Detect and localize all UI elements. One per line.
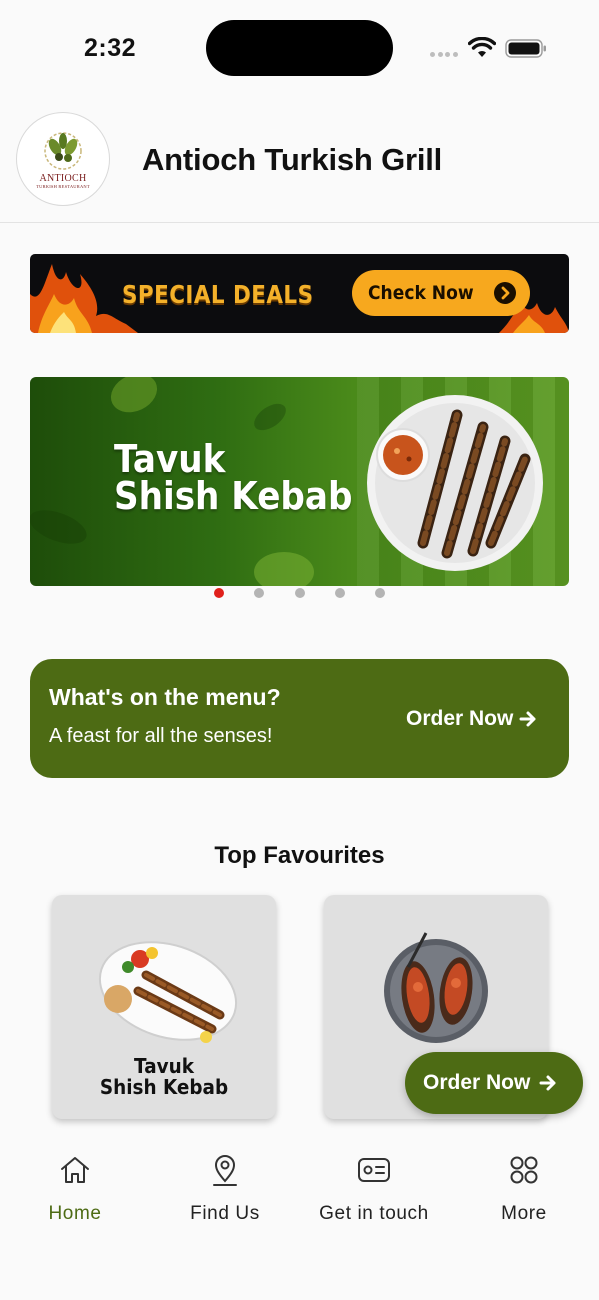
favourite-name-line2: Shish Kebab: [99, 1075, 229, 1099]
dynamic-island: [206, 20, 393, 76]
hero-carousel[interactable]: Tavuk Shish Kebab: [30, 377, 569, 586]
arrow-right-icon: [539, 1074, 557, 1097]
cellular-signal-icon: [430, 52, 460, 58]
menu-cta-title: What's on the menu?: [49, 684, 281, 710]
carousel-dot-3[interactable]: [295, 588, 305, 598]
kebab-plate-image: [367, 395, 543, 571]
floating-order-now-button[interactable]: Order Now: [405, 1052, 583, 1114]
special-deals-text: SPECIAL DEALS: [122, 280, 314, 309]
top-favourites-heading: Top Favourites: [214, 842, 385, 869]
carousel-dot-2[interactable]: [254, 588, 264, 598]
hero-title: Tavuk Shish Kebab: [114, 440, 353, 518]
hero-title-line2: Shish Kebab: [114, 474, 353, 518]
logo-wordmark: ANTIOCH: [39, 173, 87, 184]
wifi-icon: [468, 37, 496, 57]
menu-cta-subtitle: A feast for all the senses!: [49, 725, 273, 747]
nav-item-find-us[interactable]: Find Us: [150, 1153, 300, 1233]
carousel-dot-1[interactable]: [214, 588, 224, 598]
arrow-right-icon: [519, 710, 537, 734]
floating-order-now-label: Order Now: [423, 1071, 531, 1094]
nav-label-home: Home: [48, 1203, 102, 1224]
special-deals-banner[interactable]: SPECIAL DEALS Check Now: [30, 254, 569, 333]
carousel-dot-5[interactable]: [375, 588, 385, 598]
restaurant-logo[interactable]: ANTIOCH TURKISH RESTAURANT: [16, 112, 110, 206]
nav-label-get-in-touch: Get in touch: [319, 1203, 429, 1224]
carousel-dot-4[interactable]: [335, 588, 345, 598]
location-pin-icon: [213, 1155, 237, 1186]
check-now-label: Check Now: [368, 282, 474, 304]
app-header: ANTIOCH TURKISH RESTAURANT Antioch Turki…: [0, 95, 599, 223]
status-time: 2:32: [84, 34, 137, 62]
home-icon: [61, 1157, 89, 1183]
favourite-card-tavuk-shish-kebab[interactable]: Tavuk Shish Kebab: [52, 895, 276, 1119]
contact-card-icon: [358, 1158, 390, 1182]
nav-label-more: More: [501, 1203, 547, 1224]
status-bar: 2:32: [0, 0, 599, 95]
app-screen: 2:32 ANTIOCH TURKISH RESTAURANT Antioch …: [0, 0, 599, 1300]
arrow-right-circle-icon: [494, 282, 516, 304]
stuffed-aubergine-image: [384, 932, 488, 1043]
battery-icon: [505, 39, 546, 58]
nav-item-home[interactable]: Home: [0, 1153, 150, 1233]
nav-label-find-us: Find Us: [190, 1203, 260, 1224]
carousel-indicator: [0, 588, 599, 600]
nav-item-get-in-touch[interactable]: Get in touch: [299, 1153, 449, 1233]
logo-subtitle: TURKISH RESTAURANT: [36, 184, 90, 189]
order-now-button[interactable]: Order Now: [406, 707, 537, 734]
check-now-button[interactable]: Check Now: [352, 270, 530, 316]
favourite-name: Tavuk Shish Kebab: [61, 1056, 267, 1098]
nav-item-more[interactable]: More: [449, 1153, 599, 1233]
grid-icon: [510, 1156, 538, 1184]
order-now-label: Order Now: [406, 707, 514, 730]
bottom-navigation: Home Find Us Get in touch More: [0, 1131, 599, 1300]
kebab-platter-image: [98, 941, 238, 1043]
olive-branch-icon: [44, 132, 82, 170]
page-title: Antioch Turkish Grill: [142, 142, 443, 177]
menu-cta-card[interactable]: What's on the menu? A feast for all the …: [30, 659, 569, 778]
